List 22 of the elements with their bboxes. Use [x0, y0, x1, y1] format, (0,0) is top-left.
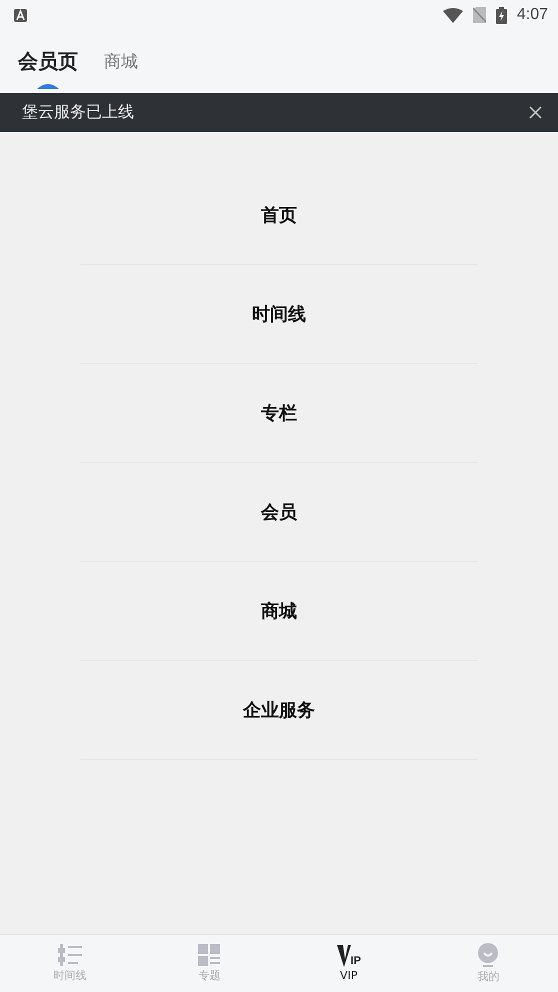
wifi-icon — [442, 8, 463, 22]
app-notification-icon — [14, 8, 27, 22]
tab-indicator-icon — [37, 82, 59, 89]
tab[interactable]: 会员页 — [18, 48, 78, 75]
profile-icon — [478, 943, 498, 967]
vip-logo: IP — [336, 945, 361, 967]
grid-icon — [198, 944, 220, 966]
timeline-icon — [56, 944, 83, 966]
close-icon — [529, 106, 542, 119]
tab[interactable]: 商城 — [104, 50, 138, 73]
nav-tab[interactable]: IP VIP — [279, 935, 418, 992]
no-sim-icon — [472, 7, 486, 23]
close-button[interactable] — [527, 104, 544, 121]
menu-item[interactable]: 时间线 — [252, 302, 306, 326]
menu-item[interactable]: 企业服务 — [243, 698, 315, 722]
menu-item[interactable]: 会员 — [261, 500, 297, 524]
menu-item[interactable]: 商城 — [261, 599, 297, 623]
menu-item[interactable]: 首页 — [261, 203, 297, 227]
notice-text: 堡云服务已上线 — [22, 102, 134, 123]
battery-icon — [496, 6, 507, 24]
menu-item[interactable]: 专栏 — [261, 401, 297, 425]
status-time: 4:07 — [516, 6, 548, 24]
